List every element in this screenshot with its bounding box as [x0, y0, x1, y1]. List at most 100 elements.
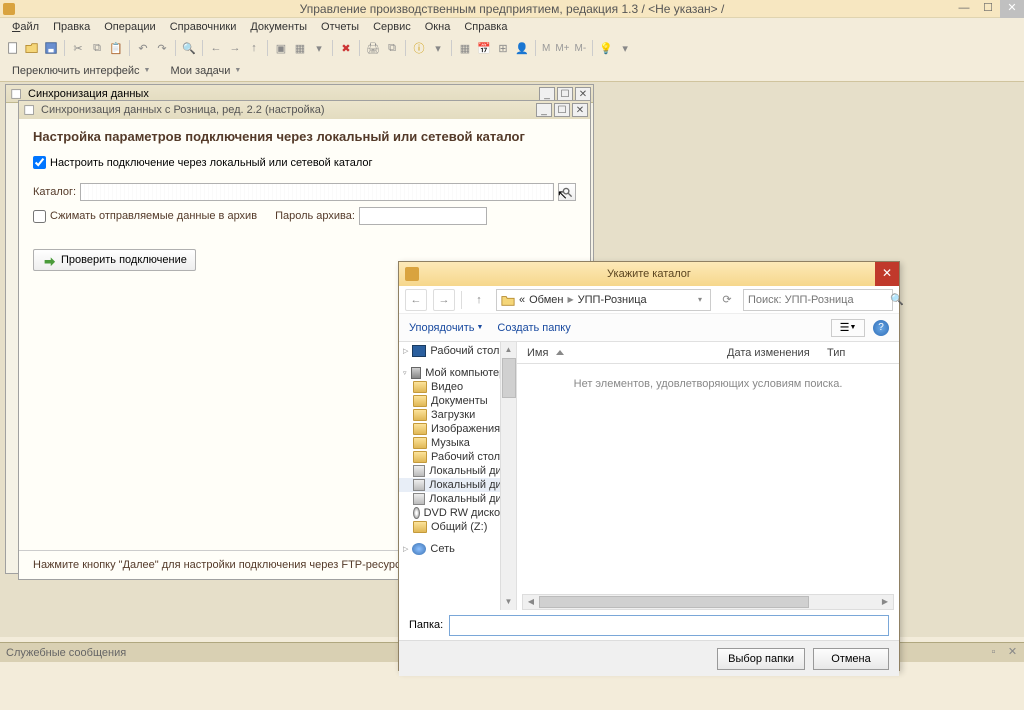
menu-file[interactable]: Файл — [6, 20, 45, 34]
search-box[interactable]: 🔍 — [743, 289, 893, 311]
tree-scrollbar[interactable]: ▲▼ — [500, 342, 516, 610]
new-folder-button[interactable]: Создать папку — [497, 322, 570, 334]
switch-interface-button[interactable]: Переключить интерфейс▼ — [6, 63, 156, 79]
print-icon[interactable]: 🖨 — [364, 39, 382, 57]
mp-label[interactable]: М+ — [553, 43, 571, 54]
copy-icon[interactable]: ⧉ — [88, 39, 106, 57]
config-window-title: Синхронизация данных с Розница, ред. 2.2… — [41, 104, 325, 116]
archive-password-input[interactable] — [359, 207, 487, 225]
open-icon[interactable] — [23, 39, 41, 57]
save-icon[interactable] — [42, 39, 60, 57]
tree-local2[interactable]: Локальный диск — [399, 478, 516, 492]
tree-computer[interactable]: ▿Мой компьютер - — [399, 366, 516, 380]
usr-icon[interactable]: 👤 — [513, 39, 531, 57]
menu-help[interactable]: Справка — [458, 20, 513, 34]
nav-back-button[interactable]: ← — [405, 289, 427, 311]
file-list-hscroll[interactable]: ◀▶ — [522, 594, 894, 610]
dd2-icon[interactable]: ▾ — [429, 39, 447, 57]
cfg-maximize-button[interactable]: ☐ — [554, 103, 570, 117]
nav-forward-button[interactable]: → — [433, 289, 455, 311]
cal-icon[interactable]: 📅 — [475, 39, 493, 57]
tree-images[interactable]: Изображения — [399, 422, 516, 436]
cut-icon[interactable]: ✂ — [69, 39, 87, 57]
check-connection-button[interactable]: Проверить подключение — [33, 249, 196, 271]
tree-documents[interactable]: Документы — [399, 394, 516, 408]
back-icon[interactable]: ← — [207, 39, 225, 57]
up-icon[interactable]: ↑ — [245, 39, 263, 57]
sync-maximize-button[interactable]: ☐ — [557, 87, 573, 101]
menu-service[interactable]: Сервис — [367, 20, 417, 34]
tree-network[interactable]: ▷Сеть — [399, 542, 516, 556]
redo-icon[interactable]: ↷ — [153, 39, 171, 57]
dialog-titlebar[interactable]: Укажите каталог ✕ — [399, 262, 899, 286]
search-icon: 🔍 — [890, 293, 904, 306]
tbl-icon[interactable]: ⊞ — [494, 39, 512, 57]
action1-icon[interactable]: ▣ — [272, 39, 290, 57]
calc-icon[interactable]: ▦ — [456, 39, 474, 57]
refresh-button[interactable]: ⟳ — [717, 290, 737, 310]
breadcrumb[interactable]: « Обмен ▶ УПП-Розница ▾ — [496, 289, 711, 311]
tree-desk2[interactable]: Рабочий стол — [399, 450, 516, 464]
dd3-icon[interactable]: ▾ — [616, 39, 634, 57]
help-icon[interactable]: ⓘ — [410, 39, 428, 57]
lock-icon[interactable]: 💡 — [597, 39, 615, 57]
tree-downloads[interactable]: Загрузки — [399, 408, 516, 422]
maximize-button[interactable]: ☐ — [976, 0, 1000, 18]
tree-videos[interactable]: Видео — [399, 380, 516, 394]
organize-button[interactable]: Упорядочить ▼ — [409, 322, 483, 334]
cfg-minimize-button[interactable]: _ — [536, 103, 552, 117]
fwd-icon[interactable]: → — [226, 39, 244, 57]
catalog-input[interactable] — [80, 183, 554, 201]
catalog-browse-button[interactable] — [558, 183, 576, 201]
menu-references[interactable]: Справочники — [164, 20, 243, 34]
col-name[interactable]: Имя — [527, 347, 727, 359]
m-label[interactable]: М — [540, 43, 552, 54]
view-mode-button[interactable]: ☰ ▼ — [831, 319, 865, 337]
undo-icon[interactable]: ↶ — [134, 39, 152, 57]
action2-icon[interactable]: ▦ — [291, 39, 309, 57]
select-folder-button[interactable]: Выбор папки — [717, 648, 805, 670]
breadcrumb-seg-1[interactable]: Обмен — [529, 294, 563, 306]
config-titlebar[interactable]: Синхронизация данных с Розница, ред. 2.2… — [19, 101, 590, 119]
tree-shared[interactable]: Общий (Z:) — [399, 520, 516, 534]
menu-edit[interactable]: Правка — [47, 20, 96, 34]
green-arrow-icon — [42, 253, 56, 267]
col-type[interactable]: Тип — [827, 347, 845, 359]
menu-reports[interactable]: Отчеты — [315, 20, 365, 34]
dialog-close-button[interactable]: ✕ — [875, 262, 899, 286]
breadcrumb-dropdown[interactable]: ▾ — [694, 295, 706, 304]
find-icon[interactable]: 🔍 — [180, 39, 198, 57]
folder-tree[interactable]: ▷Рабочий стол ▿Мой компьютер - Видео Док… — [399, 342, 517, 610]
status-expand-button[interactable]: ▫ — [986, 645, 1001, 660]
status-close-button[interactable]: ✕ — [1005, 645, 1020, 660]
copy2-icon[interactable]: ⧉ — [383, 39, 401, 57]
tree-local1[interactable]: Локальный диск — [399, 464, 516, 478]
dropdown-icon[interactable]: ▾ — [310, 39, 328, 57]
menu-windows[interactable]: Окна — [419, 20, 457, 34]
cancel-button[interactable]: Отмена — [813, 648, 889, 670]
menu-operations[interactable]: Операции — [98, 20, 161, 34]
tree-dvd[interactable]: DVD RW дисково — [399, 506, 516, 520]
dialog-help-button[interactable]: ? — [873, 320, 889, 336]
close-button[interactable]: ✕ — [1000, 0, 1024, 18]
new-icon[interactable] — [4, 39, 22, 57]
sync-close-button[interactable]: ✕ — [575, 87, 591, 101]
tree-local3[interactable]: Локальный диск — [399, 492, 516, 506]
breadcrumb-seg-2[interactable]: УПП-Розница — [578, 294, 647, 306]
paste-icon[interactable]: 📋 — [107, 39, 125, 57]
local-catalog-checkbox[interactable] — [33, 156, 46, 169]
mm-label[interactable]: М- — [573, 43, 589, 54]
my-tasks-button[interactable]: Мои задачи▼ — [164, 63, 247, 79]
menu-documents[interactable]: Документы — [244, 20, 313, 34]
folder-input[interactable] — [449, 615, 889, 636]
col-date[interactable]: Дата изменения — [727, 347, 827, 359]
compress-checkbox[interactable] — [33, 210, 46, 223]
search-input[interactable] — [748, 294, 890, 306]
tree-desktop[interactable]: ▷Рабочий стол — [399, 344, 516, 358]
cfg-close-button[interactable]: ✕ — [572, 103, 588, 117]
tree-music[interactable]: Музыка — [399, 436, 516, 450]
minimize-button[interactable]: — — [952, 0, 976, 18]
cancel-icon[interactable]: ✖ — [337, 39, 355, 57]
nav-up-button[interactable]: ↑ — [468, 289, 490, 311]
sync-minimize-button[interactable]: _ — [539, 87, 555, 101]
